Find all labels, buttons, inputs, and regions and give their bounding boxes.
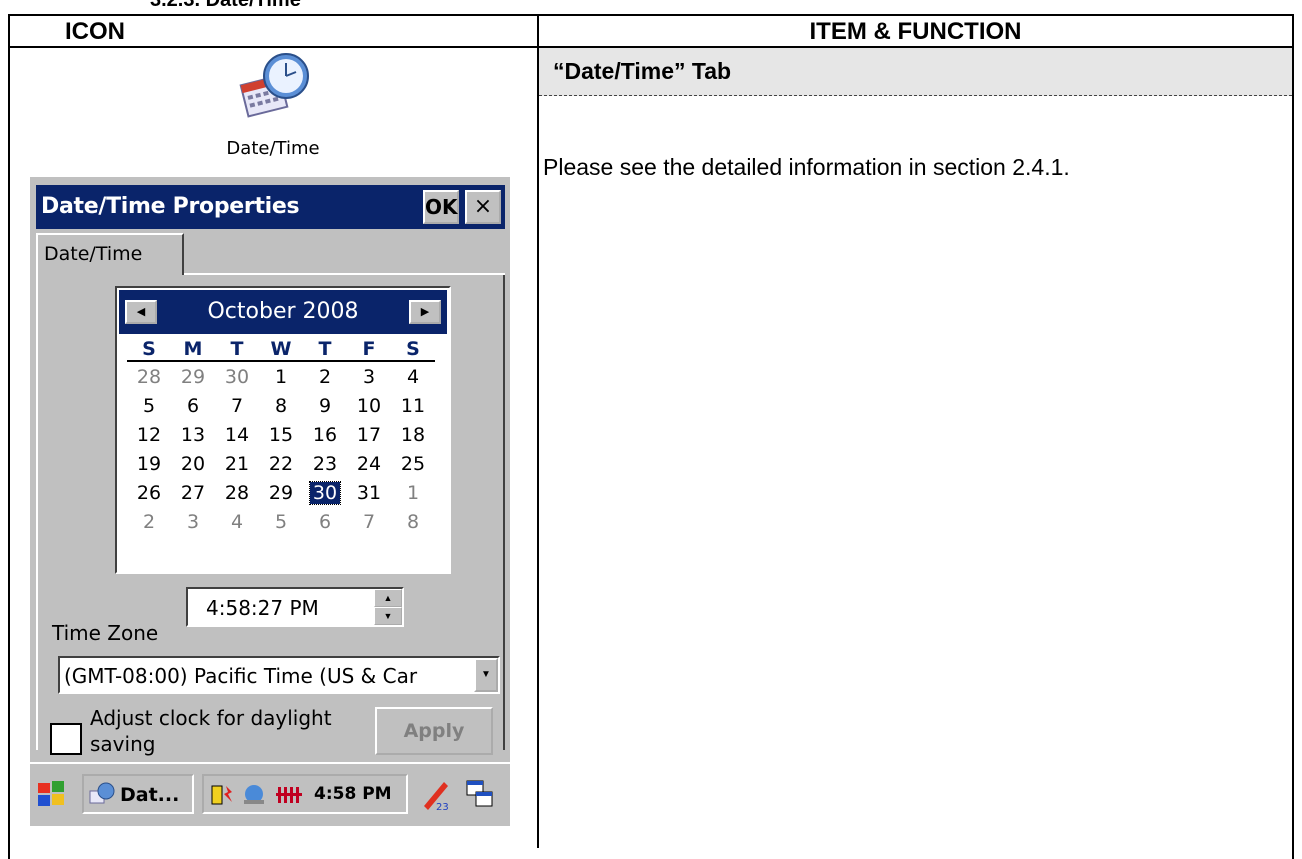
device-screen: Date/Time Properties OK × Date/Time ◀ Oc… [30, 177, 510, 826]
calendar-day[interactable]: 8 [259, 392, 303, 421]
daylight-saving-label[interactable]: Adjust clock for daylight saving [90, 705, 370, 757]
taskbar-app-label: Dat... [120, 784, 180, 806]
apply-button[interactable]: Apply [375, 707, 493, 755]
time-spinner: ▲ ▼ [374, 589, 402, 625]
calendar-day-grid: 28 29 30 1 2 3 4 5 6 7 8 9 10 11 12 13 14 15 16 17 18 19 20 21 2… [127, 363, 435, 537]
calendar-day[interactable]: 16 [303, 421, 347, 450]
header-item-function-column: ITEM & FUNCTION [809, 18, 1022, 45]
weekday-header-row: SMTWTFS [127, 338, 435, 362]
calendar-day[interactable]: 21 [215, 450, 259, 479]
calendar-day[interactable]: 6 [303, 508, 347, 537]
taskbar: Dat... 4:58 PM 23 [30, 762, 510, 826]
tab-heading-band: “Date/Time” Tab [539, 48, 1292, 96]
calendar-day[interactable]: 20 [171, 450, 215, 479]
calendar-day[interactable]: 25 [391, 450, 435, 479]
calendar-day[interactable]: 3 [171, 508, 215, 537]
calendar-day[interactable]: 13 [171, 421, 215, 450]
calendar-day[interactable]: 1 [259, 363, 303, 392]
weekday-label: T [230, 338, 244, 360]
calendar-day[interactable]: 24 [347, 450, 391, 479]
table-header-row: ICON ITEM & FUNCTION [10, 16, 1292, 48]
calendar-day[interactable]: 26 [127, 479, 171, 508]
next-month-button[interactable]: ▶ [409, 300, 441, 324]
calendar-header: ◀ October 2008 ▶ [119, 290, 447, 334]
time-zone-select[interactable]: (GMT-08:00) Pacific Time (US & Car [58, 656, 500, 694]
time-zone-label: Time Zone [52, 621, 159, 645]
calendar-day[interactable]: 22 [259, 450, 303, 479]
calendar-day[interactable]: 27 [171, 479, 215, 508]
calendar-day[interactable]: 8 [391, 508, 435, 537]
time-zone-dropdown-button[interactable]: ▼ [474, 658, 498, 692]
weekday-label: F [362, 338, 376, 360]
calendar-day[interactable]: 28 [215, 479, 259, 508]
calendar-day[interactable]: 11 [391, 392, 435, 421]
tab-heading: “Date/Time” Tab [553, 58, 732, 84]
calendar-day[interactable]: 12 [127, 421, 171, 450]
battery-icon[interactable] [210, 782, 234, 808]
section-heading: 3.2.3. Date/Time [150, 0, 301, 11]
calendar-day[interactable]: 2 [303, 363, 347, 392]
panel-edge-right [503, 275, 505, 750]
column-divider [537, 16, 539, 848]
calendar-day[interactable]: 15 [259, 421, 303, 450]
close-button[interactable]: × [465, 190, 501, 224]
date-time-icon-label: Date/Time [226, 138, 320, 159]
month-calendar: ◀ October 2008 ▶ SMTWTFS 28 29 30 1 2 3 4 5 6 7 8 9… [115, 286, 451, 574]
calendar-day[interactable]: 7 [215, 392, 259, 421]
calendar-day[interactable]: 10 [347, 392, 391, 421]
calendar-day[interactable]: 18 [391, 421, 435, 450]
calendar-day[interactable]: 1 [391, 479, 435, 508]
time-input[interactable]: 4:58:27 PM [186, 587, 404, 627]
calendar-day[interactable]: 4 [215, 508, 259, 537]
weekday-label: T [318, 338, 332, 360]
calendar-day[interactable]: 28 [127, 363, 171, 392]
date-time-icon [239, 53, 309, 118]
signal-icon[interactable] [276, 783, 306, 807]
calendar-month-label[interactable]: October 2008 [119, 299, 447, 324]
calendar-day[interactable]: 29 [171, 363, 215, 392]
network-icon[interactable] [240, 782, 268, 808]
item-description: Please see the detailed information in s… [543, 154, 1070, 180]
calendar-day[interactable]: 30 [303, 479, 347, 508]
calendar-day[interactable]: 5 [259, 508, 303, 537]
weekday-label: S [142, 338, 156, 360]
weekday-label: W [270, 338, 292, 360]
ok-button[interactable]: OK [423, 190, 459, 224]
switch-window-icon[interactable] [464, 778, 496, 810]
window-title: Date/Time Properties [41, 194, 300, 219]
window-titlebar: Date/Time Properties OK × [36, 185, 505, 229]
system-tray: 4:58 PM [202, 774, 408, 814]
time-down-button[interactable]: ▼ [374, 607, 402, 625]
start-icon[interactable] [36, 779, 66, 809]
calendar-day[interactable]: 19 [127, 450, 171, 479]
calendar-day[interactable]: 3 [347, 363, 391, 392]
calendar-day[interactable]: 6 [171, 392, 215, 421]
calendar-day[interactable]: 14 [215, 421, 259, 450]
date-time-small-icon [89, 782, 115, 804]
calendar-day[interactable]: 17 [347, 421, 391, 450]
header-icon-column: ICON [65, 18, 125, 45]
svg-text:23: 23 [436, 802, 449, 812]
daylight-saving-checkbox[interactable] [50, 723, 82, 755]
calendar-day[interactable]: 23 [303, 450, 347, 479]
calendar-day[interactable]: 7 [347, 508, 391, 537]
calendar-day[interactable]: 31 [347, 479, 391, 508]
tab-date-time[interactable]: Date/Time [36, 233, 184, 275]
calendar-day[interactable]: 30 [215, 363, 259, 392]
time-up-button[interactable]: ▲ [374, 589, 402, 607]
calendar-day[interactable]: 5 [127, 392, 171, 421]
taskbar-app-button[interactable]: Dat... [82, 774, 194, 814]
weekday-label: S [406, 338, 420, 360]
panel-edge-left [36, 273, 38, 750]
input-panel-icon[interactable]: 23 [418, 776, 454, 812]
date-time-applet: Date/Time [208, 46, 338, 161]
calendar-day[interactable]: 4 [391, 363, 435, 392]
calendar-day[interactable]: 9 [303, 392, 347, 421]
weekday-label: M [183, 338, 203, 360]
calendar-day[interactable]: 29 [259, 479, 303, 508]
calendar-day[interactable]: 2 [127, 508, 171, 537]
taskbar-clock[interactable]: 4:58 PM [314, 784, 392, 804]
tab-strip-line [184, 273, 505, 275]
